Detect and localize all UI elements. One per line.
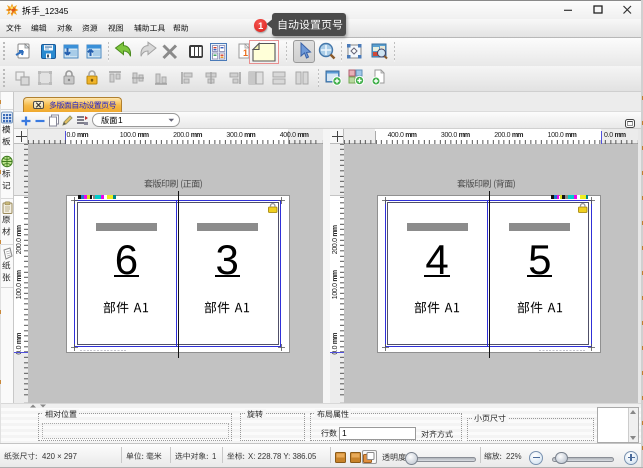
svg-text:1: 1: [243, 48, 248, 58]
